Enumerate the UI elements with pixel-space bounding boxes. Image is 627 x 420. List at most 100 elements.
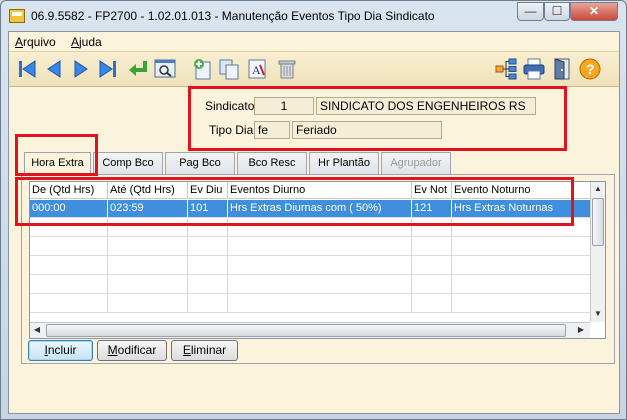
column-header-ate[interactable]: Até (Qtd Hrs) bbox=[108, 182, 188, 199]
column-header-ev-diu[interactable]: Ev Diu bbox=[188, 182, 228, 199]
table-row[interactable] bbox=[30, 238, 590, 256]
modificar-label: odificar bbox=[117, 343, 157, 357]
empty-cell bbox=[228, 238, 412, 256]
previous-record-icon bbox=[47, 60, 61, 78]
modificar-button[interactable]: Modificar bbox=[97, 340, 167, 361]
empty-cell bbox=[188, 276, 228, 294]
tab-content-hora-extra: De (Qtd Hrs) Até (Qtd Hrs) Ev Diu Evento… bbox=[21, 174, 615, 364]
scroll-left-arrow-icon[interactable]: ◀ bbox=[30, 323, 44, 337]
table-row[interactable] bbox=[30, 257, 590, 275]
menu-ajuda-label: juda bbox=[79, 35, 102, 49]
last-record-icon bbox=[99, 60, 116, 78]
return-button[interactable] bbox=[126, 57, 150, 81]
close-button[interactable]: ✕ bbox=[570, 2, 618, 21]
empty-cell bbox=[412, 238, 452, 256]
tab-strip: Hora Extra Comp Bco Pag Bco Bco Resc Hr … bbox=[21, 152, 619, 175]
window-title: 06.9.5582 - FP2700 - 1.02.01.013 - Manut… bbox=[31, 9, 435, 23]
empty-cell bbox=[188, 257, 228, 275]
tab-pag-bco[interactable]: Pag Bco bbox=[165, 152, 235, 174]
column-header-evento-noturno[interactable]: Evento Noturno bbox=[452, 182, 590, 199]
horizontal-scroll-thumb[interactable] bbox=[46, 324, 566, 337]
print-icon bbox=[523, 58, 545, 80]
text-format-icon: A bbox=[248, 59, 266, 79]
new-document-button[interactable] bbox=[191, 57, 215, 81]
table-row[interactable] bbox=[30, 219, 590, 237]
exit-button[interactable] bbox=[550, 57, 574, 81]
new-document-icon bbox=[194, 59, 211, 80]
empty-cell bbox=[30, 219, 108, 237]
next-record-icon bbox=[74, 60, 88, 78]
empty-cell bbox=[188, 219, 228, 237]
maximize-button[interactable]: ☐ bbox=[544, 2, 570, 21]
tipo-dia-label: Tipo Dia: bbox=[209, 123, 257, 137]
tree-structure-button[interactable] bbox=[494, 57, 518, 81]
empty-cell bbox=[108, 295, 188, 313]
table-row[interactable] bbox=[30, 295, 590, 313]
grid-vertical-scrollbar[interactable]: ▲ ▼ bbox=[590, 182, 605, 322]
help-button[interactable]: ? bbox=[578, 57, 602, 81]
menu-arquivo[interactable]: Arquivo bbox=[15, 35, 56, 49]
app-icon bbox=[9, 9, 25, 23]
vertical-scroll-thumb[interactable] bbox=[592, 198, 604, 246]
cell-ate: 023:59 bbox=[108, 200, 188, 218]
table-row[interactable]: 000:00 023:59 101 Hrs Extras Diurnas com… bbox=[30, 200, 590, 218]
first-record-icon bbox=[19, 60, 36, 78]
menu-bar: Arquivo Ajuda bbox=[9, 32, 619, 51]
copy-button[interactable] bbox=[217, 57, 241, 81]
first-record-button[interactable] bbox=[15, 57, 39, 81]
column-header-eventos-diurno[interactable]: Eventos Diurno bbox=[228, 182, 412, 199]
header-panel: Sindicato: 1 SINDICATO DOS ENGENHEIROS R… bbox=[189, 89, 568, 144]
delete-button[interactable] bbox=[275, 57, 299, 81]
client-area: Arquivo Ajuda A ? Sindicato: 1 SINDICATO… bbox=[8, 31, 620, 414]
scroll-right-arrow-icon[interactable]: ▶ bbox=[574, 323, 588, 337]
cell-ev-not: 121 bbox=[412, 200, 452, 218]
grid-header: De (Qtd Hrs) Até (Qtd Hrs) Ev Diu Evento… bbox=[30, 182, 590, 199]
next-record-button[interactable] bbox=[69, 57, 93, 81]
cell-eventos-diurno: Hrs Extras Diurnas com ( 50%) bbox=[228, 200, 412, 218]
empty-cell bbox=[108, 276, 188, 294]
tab-comp-bco[interactable]: Comp Bco bbox=[93, 152, 163, 174]
menu-arquivo-label: rquivo bbox=[23, 35, 56, 49]
eliminar-button[interactable]: Eliminar bbox=[171, 340, 238, 361]
scroll-down-arrow-icon[interactable]: ▼ bbox=[591, 307, 605, 321]
cell-ev-diu: 101 bbox=[188, 200, 228, 218]
empty-cell bbox=[30, 257, 108, 275]
exit-door-icon bbox=[554, 58, 570, 80]
text-format-glyph: A bbox=[252, 63, 261, 77]
scroll-up-arrow-icon[interactable]: ▲ bbox=[591, 182, 605, 196]
previous-record-button[interactable] bbox=[42, 57, 66, 81]
empty-cell bbox=[412, 295, 452, 313]
cell-evento-noturno: Hrs Extras Noturnas bbox=[454, 202, 554, 214]
search-icon bbox=[154, 59, 176, 78]
last-record-button[interactable] bbox=[96, 57, 120, 81]
sindicato-code-field[interactable]: 1 bbox=[254, 97, 314, 115]
tab-bco-resc[interactable]: Bco Resc bbox=[237, 152, 307, 174]
grid-horizontal-scrollbar[interactable]: ◀ ▶ bbox=[30, 322, 590, 338]
column-header-ev-not[interactable]: Ev Not bbox=[412, 182, 452, 199]
tipo-dia-code-field[interactable]: fe bbox=[254, 121, 290, 139]
menu-ajuda[interactable]: Ajuda bbox=[71, 35, 102, 49]
empty-cell bbox=[188, 295, 228, 313]
minimize-button[interactable]: — bbox=[517, 2, 544, 21]
empty-cell bbox=[412, 219, 452, 237]
column-header-de[interactable]: De (Qtd Hrs) bbox=[30, 182, 108, 199]
title-bar[interactable]: 06.9.5582 - FP2700 - 1.02.01.013 - Manut… bbox=[1, 1, 626, 31]
help-glyph: ? bbox=[586, 61, 595, 77]
sindicato-name-field: SINDICATO DOS ENGENHEIROS RS bbox=[316, 97, 536, 115]
empty-cell bbox=[228, 257, 412, 275]
tab-hora-extra[interactable]: Hora Extra bbox=[24, 152, 91, 175]
incluir-label: ncluir bbox=[47, 343, 77, 357]
tab-hr-plantao[interactable]: Hr Plantão bbox=[309, 152, 379, 174]
text-format-button[interactable]: A bbox=[245, 57, 269, 81]
tree-structure-icon bbox=[495, 58, 517, 80]
empty-cell bbox=[228, 219, 412, 237]
tipo-dia-name-field: Feriado bbox=[292, 121, 442, 139]
search-button[interactable] bbox=[153, 57, 177, 81]
empty-cell bbox=[30, 238, 108, 256]
incluir-button[interactable]: Incluir bbox=[28, 340, 93, 361]
eliminar-mnemonic: E bbox=[182, 343, 191, 357]
print-button[interactable] bbox=[522, 57, 546, 81]
sindicato-label: Sindicato: bbox=[205, 99, 258, 113]
empty-cell bbox=[108, 257, 188, 275]
table-row[interactable] bbox=[30, 276, 590, 294]
